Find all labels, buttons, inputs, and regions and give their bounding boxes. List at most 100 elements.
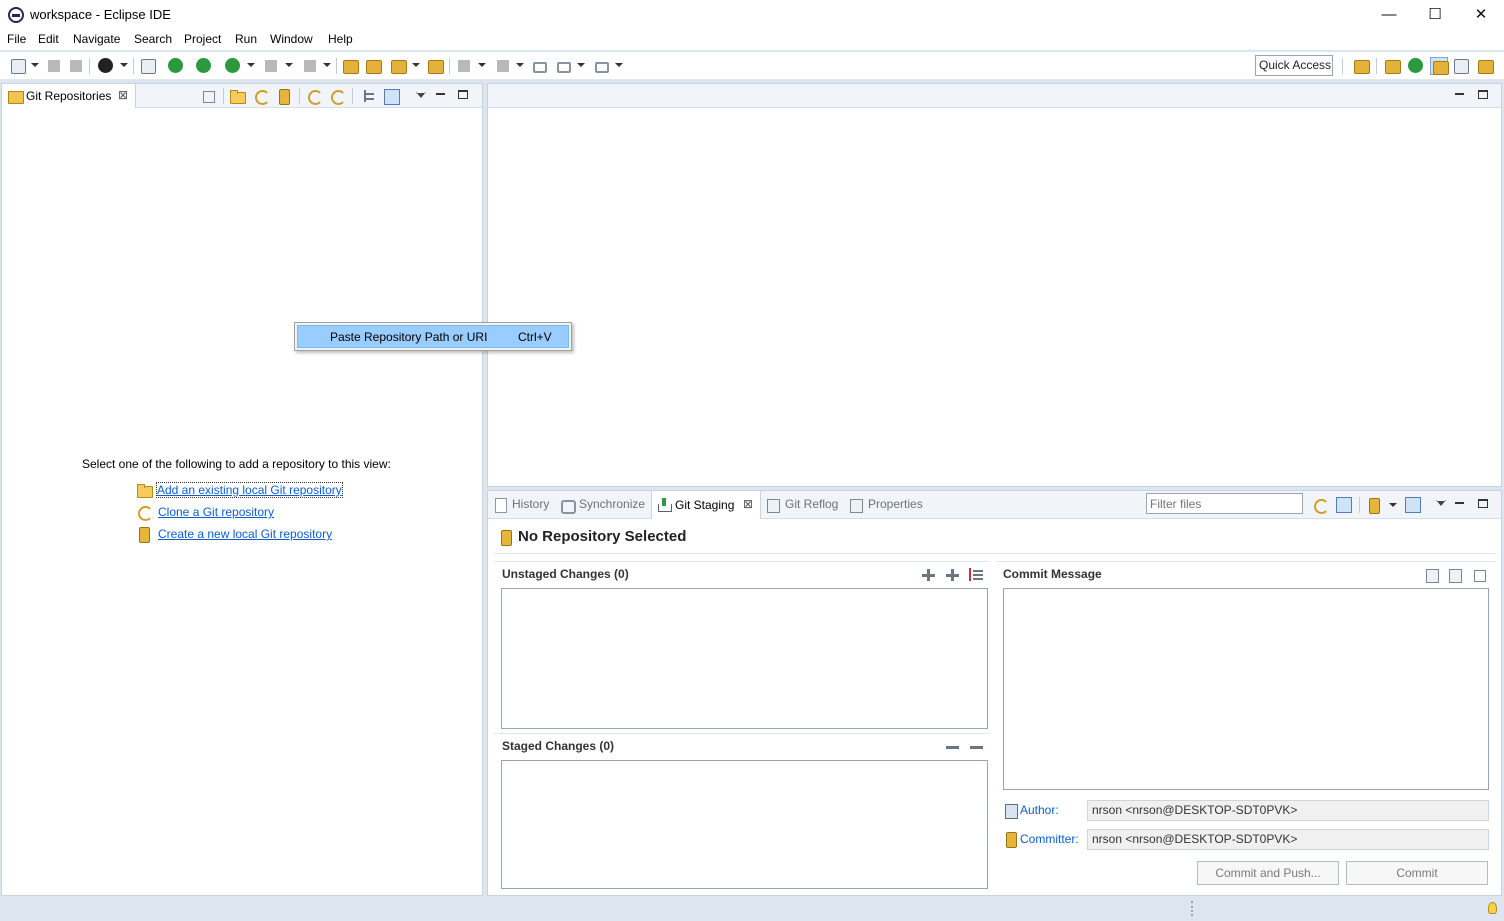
close-tab-icon[interactable]: ⊠	[743, 497, 753, 511]
change-id-icon[interactable]	[1471, 567, 1487, 583]
external-tools-dropdown-icon[interactable]	[323, 63, 331, 67]
external-tools-icon[interactable]	[301, 57, 319, 75]
close-tab-icon[interactable]: ⊠	[118, 88, 128, 102]
author-label[interactable]: Author:	[1020, 803, 1059, 817]
save-all-icon[interactable]	[67, 57, 85, 75]
commit-and-push-button[interactable]: Commit and Push...	[1197, 861, 1339, 885]
run-icon[interactable]	[195, 57, 213, 75]
create-repository-icon[interactable]	[276, 88, 292, 105]
stage-all-icon[interactable]	[944, 567, 960, 583]
author-field[interactable]: nrson <nrson@DESKTOP-SDT0PVK>	[1087, 800, 1489, 821]
new-icon[interactable]	[9, 57, 27, 75]
open-task-icon[interactable]	[426, 57, 444, 75]
create-repository-link[interactable]: Create a new local Git repository	[158, 527, 332, 541]
tips-lightbulb-icon[interactable]	[1488, 902, 1497, 914]
resource-perspective-icon[interactable]	[1476, 57, 1494, 75]
menu-search[interactable]: Search	[134, 32, 172, 46]
add-signed-off-by-icon[interactable]	[1424, 567, 1440, 583]
hierarchical-layout-icon[interactable]	[361, 88, 377, 104]
quick-access-field[interactable]: Quick Access	[1255, 55, 1333, 76]
view-menu-icon[interactable]	[416, 92, 426, 98]
close-window-button[interactable]: ✕	[1458, 0, 1504, 30]
tab-history[interactable]: History	[512, 497, 549, 511]
run-dropdown-icon[interactable]	[247, 63, 255, 67]
maximize-view-icon[interactable]	[1478, 499, 1488, 508]
last-edit-location-icon[interactable]	[530, 57, 548, 75]
menu-file[interactable]: File	[7, 32, 26, 46]
sort-by-state-icon[interactable]	[968, 567, 984, 583]
link-with-selection-icon[interactable]	[329, 88, 346, 105]
stage-selected-icon[interactable]	[920, 567, 936, 583]
repository-selection-icon[interactable]	[1366, 497, 1382, 514]
staged-changes-list[interactable]	[501, 760, 988, 889]
minimize-editor-icon[interactable]	[1455, 93, 1464, 95]
save-icon[interactable]	[45, 57, 63, 75]
stop-dropdown-icon[interactable]	[285, 63, 293, 67]
search-dropdown-icon[interactable]	[412, 63, 420, 67]
add-existing-repository-link[interactable]: Add an existing local Git repository	[156, 482, 343, 498]
tab-git-reflog[interactable]: Git Reflog	[785, 497, 838, 511]
presentation-layout-icon[interactable]	[1404, 496, 1421, 513]
tab-git-staging[interactable]: Git Staging ⊠	[651, 491, 761, 519]
unstage-selected-icon[interactable]	[944, 739, 960, 755]
java-perspective-icon[interactable]	[1383, 57, 1401, 75]
open-perspective-icon[interactable]	[1352, 57, 1370, 75]
next-annotation-icon[interactable]	[455, 57, 473, 75]
collapse-all-icon[interactable]	[200, 88, 216, 104]
menu-run[interactable]: Run	[235, 32, 257, 46]
tab-synchronize[interactable]: Synchronize	[579, 497, 645, 511]
minimize-view-icon[interactable]	[436, 93, 445, 95]
console-icon[interactable]	[139, 57, 157, 75]
unstage-all-icon[interactable]	[968, 739, 984, 755]
repository-dropdown-icon[interactable]	[1389, 503, 1397, 507]
debug-icon[interactable]	[167, 57, 185, 75]
tab-properties[interactable]: Properties	[868, 497, 923, 511]
menu-project[interactable]: Project	[184, 32, 221, 46]
refresh-icon[interactable]	[306, 88, 323, 105]
new-dropdown-icon[interactable]	[31, 63, 39, 67]
link-with-selection-icon[interactable]	[1335, 496, 1352, 513]
git-perspective-icon[interactable]	[1430, 57, 1449, 75]
back-dropdown-icon[interactable]	[577, 63, 585, 67]
menu-window[interactable]: Window	[270, 32, 313, 46]
menu-navigate[interactable]: Navigate	[73, 32, 120, 46]
open-type-icon[interactable]	[341, 57, 359, 75]
committer-field[interactable]: nrson <nrson@DESKTOP-SDT0PVK>	[1087, 829, 1489, 850]
back-icon[interactable]	[554, 57, 572, 75]
menu-help[interactable]: Help	[328, 32, 353, 46]
minimize-view-icon[interactable]	[1455, 502, 1464, 504]
maximize-editor-icon[interactable]	[1478, 90, 1488, 99]
commit-message-textarea[interactable]	[1003, 588, 1489, 790]
show-links-icon[interactable]	[383, 88, 400, 105]
clone-repository-icon[interactable]	[253, 88, 270, 105]
next-annotation-dropdown-icon[interactable]	[478, 63, 486, 67]
view-menu-icon[interactable]	[1436, 500, 1446, 506]
run-last-icon[interactable]	[224, 57, 242, 75]
committer-label[interactable]: Committer:	[1020, 832, 1079, 846]
add-existing-repository-icon[interactable]	[229, 88, 246, 104]
menu-edit[interactable]: Edit	[38, 32, 59, 46]
refresh-icon[interactable]	[1312, 497, 1329, 514]
clone-repository-link[interactable]: Clone a Git repository	[158, 505, 274, 519]
paste-repository-path-menu-item[interactable]: Paste Repository Path or URI Ctrl+V	[297, 325, 569, 348]
stop-icon[interactable]	[262, 57, 280, 75]
team-sync-perspective-icon[interactable]	[1452, 57, 1470, 75]
filter-files-input[interactable]	[1146, 493, 1303, 514]
amend-commit-icon[interactable]	[1447, 567, 1463, 583]
commit-button[interactable]: Commit	[1346, 861, 1488, 885]
toolbar-separator	[449, 58, 450, 74]
unstaged-changes-list[interactable]	[501, 588, 988, 729]
tab-git-repositories[interactable]: Git Repositories ⊠	[2, 84, 136, 108]
debug-perspective-icon[interactable]	[1407, 57, 1425, 75]
search-icon[interactable]	[389, 57, 407, 75]
maximize-button[interactable]: ☐	[1412, 0, 1458, 30]
minimize-button[interactable]: —	[1366, 0, 1412, 30]
open-folder-icon[interactable]	[364, 57, 382, 75]
maximize-view-icon[interactable]	[458, 90, 468, 99]
forward-dropdown-icon[interactable]	[615, 63, 623, 67]
profile-dropdown-icon[interactable]	[120, 63, 128, 67]
forward-icon[interactable]	[592, 57, 610, 75]
profile-icon[interactable]	[97, 57, 115, 75]
previous-annotation-dropdown-icon[interactable]	[516, 63, 524, 67]
previous-annotation-icon[interactable]	[494, 57, 512, 75]
